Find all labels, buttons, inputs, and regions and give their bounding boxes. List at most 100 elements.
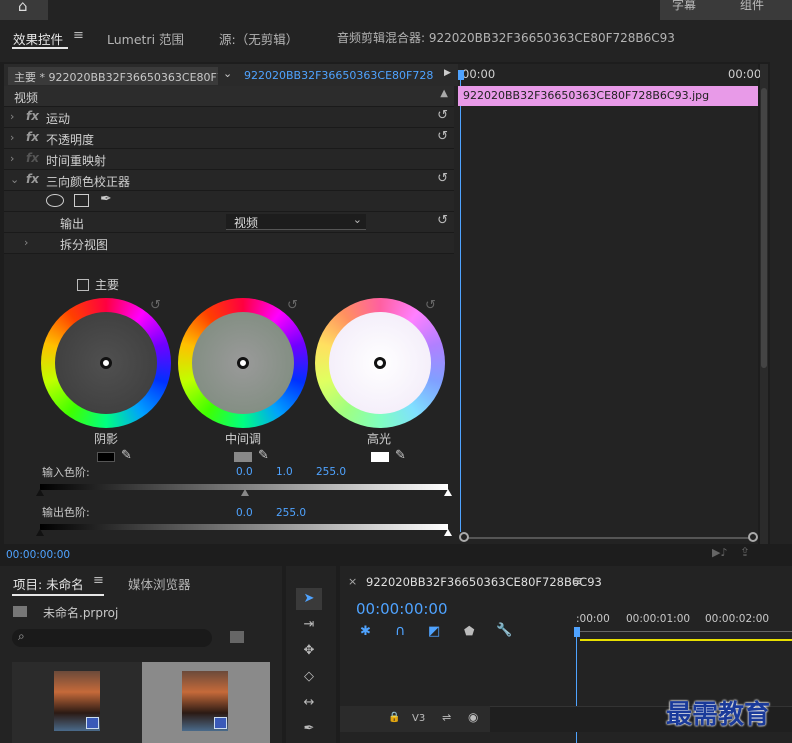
- selection-tool-icon[interactable]: ➤: [296, 588, 322, 610]
- pen-mask-icon[interactable]: ✒: [100, 191, 112, 207]
- input-white-value[interactable]: 255.0: [316, 466, 346, 478]
- tab-audio-clip-mixer[interactable]: 音频剪辑混合器: 922020BB32F36650363CE80F728B6C9…: [337, 29, 675, 46]
- lock-icon[interactable]: 🔒: [388, 712, 400, 723]
- reset-icon[interactable]: ↺: [437, 108, 448, 123]
- fx-icon[interactable]: fx: [26, 109, 39, 123]
- clip-bar[interactable]: 922020BB32F36650363CE80F728B6C93.jpg: [458, 86, 758, 106]
- highlights-color-wheel[interactable]: [315, 298, 445, 428]
- ellipse-mask-icon[interactable]: [46, 194, 64, 207]
- linked-selection-icon[interactable]: ◩: [428, 624, 440, 639]
- reset-icon[interactable]: ↺: [437, 129, 448, 144]
- eyedropper-icon[interactable]: ✎: [258, 448, 269, 463]
- midtones-label: 中间调: [225, 432, 262, 446]
- input-black-value[interactable]: 0.0: [236, 466, 253, 478]
- reset-icon[interactable]: ↺: [287, 298, 298, 313]
- chevron-right-icon[interactable]: ›: [24, 236, 28, 249]
- effect-row-opacity[interactable]: › fx 不透明度 ↺: [4, 128, 454, 149]
- panel-menu-icon[interactable]: ≡: [73, 28, 84, 43]
- midtones-swatch[interactable]: [234, 452, 252, 462]
- input-black-slider[interactable]: [36, 489, 44, 496]
- fx-icon[interactable]: fx: [26, 130, 39, 144]
- razor-tool-icon[interactable]: ◇: [296, 666, 322, 688]
- reset-icon[interactable]: ↺: [437, 171, 448, 186]
- effect-label: 运动: [46, 112, 71, 126]
- close-icon[interactable]: ×: [348, 575, 357, 588]
- workspace-tab-components[interactable]: 组件: [740, 0, 764, 13]
- loop-icon[interactable]: ▶♪: [712, 546, 727, 559]
- output-black-value[interactable]: 0.0: [236, 507, 253, 519]
- workspace-tab-captions[interactable]: 字幕: [672, 0, 696, 13]
- effect-row-motion[interactable]: › fx 运动 ↺: [4, 107, 454, 128]
- tab-media-browser[interactable]: 媒体浏览器: [128, 574, 191, 593]
- snap-icon[interactable]: ∩: [395, 623, 405, 639]
- zoom-handle-left[interactable]: [459, 532, 469, 542]
- shadows-wheel-handle[interactable]: [100, 357, 112, 369]
- chevron-right-icon[interactable]: ›: [10, 110, 14, 123]
- output-dropdown[interactable]: 视频 ⌄: [226, 213, 366, 230]
- midtones-wheel-handle[interactable]: [237, 357, 249, 369]
- sequence-tab[interactable]: 922020BB32F36650363CE80F728B6C93: [366, 575, 602, 589]
- rectangle-mask-icon[interactable]: [74, 194, 89, 207]
- input-gray-value[interactable]: 1.0: [276, 466, 293, 478]
- effect-row-time-remap[interactable]: › fx 时间重映射: [4, 149, 454, 170]
- effect-row-three-way-color[interactable]: ⌄ fx 三向颜色校正器 ↺: [4, 170, 454, 191]
- reset-icon[interactable]: ↺: [437, 213, 448, 228]
- tab-lumetri-scopes[interactable]: Lumetri 范围: [107, 29, 184, 48]
- scrollbar-thumb[interactable]: [761, 88, 767, 368]
- effect-controls-timecode[interactable]: 00:00:00:00: [6, 549, 70, 561]
- playhead-marker[interactable]: [458, 70, 464, 80]
- input-gray-slider[interactable]: [241, 489, 249, 496]
- master-clip-selector[interactable]: 主要 * 922020BB32F36650363CE80F7...: [8, 67, 218, 85]
- vertical-scrollbar[interactable]: [760, 64, 768, 544]
- project-item-selected[interactable]: [142, 662, 270, 743]
- collapse-icon[interactable]: ▲: [440, 88, 448, 99]
- track-label[interactable]: V3: [412, 713, 425, 724]
- output-white-slider[interactable]: [444, 529, 452, 536]
- master-checkbox[interactable]: [77, 279, 89, 291]
- playhead-marker[interactable]: [574, 627, 580, 637]
- split-view-row[interactable]: › 拆分视图: [4, 233, 454, 254]
- new-bin-icon[interactable]: [230, 631, 244, 643]
- eyedropper-icon[interactable]: ✎: [121, 448, 132, 463]
- play-only-audio-icon[interactable]: ▶: [444, 68, 451, 78]
- fx-icon[interactable]: fx: [26, 172, 39, 186]
- project-item[interactable]: [12, 662, 142, 743]
- chevron-down-icon[interactable]: ⌄: [10, 173, 19, 186]
- highlights-swatch[interactable]: [371, 452, 389, 462]
- home-button[interactable]: ⌂: [0, 0, 48, 20]
- output-black-slider[interactable]: [36, 529, 44, 536]
- track-header-v3: 🔒 V3 ⇌ ◉: [340, 706, 490, 732]
- chevron-right-icon[interactable]: ›: [10, 152, 14, 165]
- panel-menu-icon[interactable]: ≡: [572, 574, 583, 589]
- output-white-value[interactable]: 255.0: [276, 507, 306, 519]
- shadows-swatch[interactable]: [97, 452, 115, 462]
- zoom-scroll-bar[interactable]: [460, 537, 756, 539]
- export-icon[interactable]: ⇪: [740, 545, 750, 559]
- add-marker-icon[interactable]: ⬟: [464, 624, 474, 638]
- slip-tool-icon[interactable]: ↔: [296, 692, 322, 714]
- timeline-ruler[interactable]: [574, 626, 792, 632]
- tab-effect-controls[interactable]: 效果控件: [13, 29, 63, 48]
- ripple-edit-tool-icon[interactable]: ✥: [296, 640, 322, 662]
- work-area-bar[interactable]: [580, 639, 792, 641]
- panel-menu-icon[interactable]: ≡: [93, 573, 104, 588]
- reset-icon[interactable]: ↺: [425, 298, 436, 313]
- eyedropper-icon[interactable]: ✎: [395, 448, 406, 463]
- nest-icon[interactable]: ✱: [360, 624, 371, 639]
- tab-project[interactable]: 项目: 未命名: [13, 574, 84, 593]
- highlights-wheel-handle[interactable]: [374, 357, 386, 369]
- eye-icon[interactable]: ◉: [468, 710, 478, 724]
- input-white-slider[interactable]: [444, 489, 452, 496]
- shadows-color-wheel[interactable]: [41, 298, 171, 428]
- wrench-icon[interactable]: 🔧: [496, 623, 512, 638]
- sync-lock-icon[interactable]: ⇌: [442, 711, 451, 724]
- reset-icon[interactable]: ↺: [150, 298, 161, 313]
- sequence-timecode[interactable]: 00:00:00:00: [356, 600, 448, 618]
- zoom-handle-right[interactable]: [748, 532, 758, 542]
- search-input[interactable]: ⌕: [12, 629, 212, 647]
- track-select-tool-icon[interactable]: ⇥: [296, 614, 322, 636]
- tab-source[interactable]: 源:（无剪辑）: [219, 29, 298, 48]
- chevron-right-icon[interactable]: ›: [10, 131, 14, 144]
- pen-tool-icon[interactable]: ✒: [296, 718, 322, 740]
- midtones-color-wheel[interactable]: [178, 298, 308, 428]
